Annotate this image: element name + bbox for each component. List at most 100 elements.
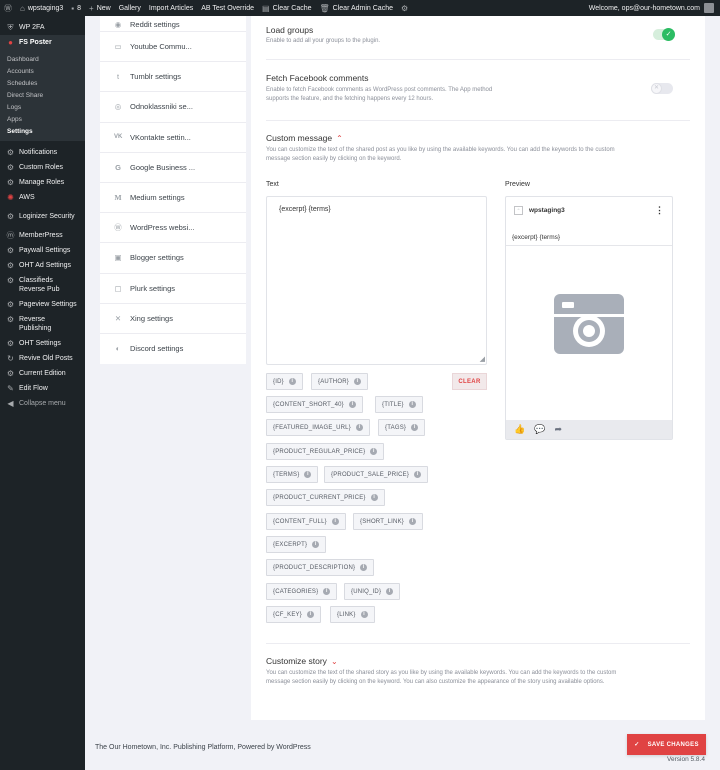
comments-link[interactable]: ▪ 8 [67, 0, 85, 16]
settings-item-blogger[interactable]: ▣ Blogger settings [100, 243, 246, 274]
admin-sidebar: ⛨ WP 2FA ● FS Poster Dashboard Accounts Sc… [0, 16, 85, 770]
info-icon[interactable]: i [411, 424, 419, 431]
custom-message-header[interactable]: Custom message ⌃ [266, 133, 690, 143]
submenu-settings[interactable]: Settings [0, 125, 85, 137]
settings-item-vkontakte[interactable]: VK VKontakte settin... [100, 123, 246, 153]
menu-item-revive-old-posts[interactable]: ↻ Revive Old Posts [0, 351, 85, 366]
menu-item-oht-ad-settings[interactable]: ⚙ OHT Ad Settings [0, 258, 85, 273]
fetch-comments-toggle[interactable]: ✕ [651, 83, 673, 94]
menu-label: OHT Ad Settings [19, 262, 72, 269]
menu-item-paywall-settings[interactable]: ⚙ Paywall Settings [0, 243, 85, 258]
menu-item-oht-settings[interactable]: ⚙ OHT Settings [0, 336, 85, 351]
clear-button[interactable]: CLEAR [452, 373, 487, 390]
keyword-id[interactable]: {ID} i [266, 373, 303, 390]
settings-item-plurk[interactable]: ▢ Plurk settings [100, 274, 246, 304]
info-icon[interactable]: i [353, 378, 361, 385]
menu-item-aws[interactable]: ✺ AWS [0, 190, 85, 205]
keyword-content-short-40[interactable]: {CONTENT_SHORT_40} i [266, 396, 363, 413]
keyword-excerpt[interactable]: {EXCERPT} i [266, 536, 327, 553]
customize-story-header[interactable]: Customize story ⌄ [266, 656, 690, 666]
submenu-logs[interactable]: Logs [0, 101, 85, 113]
keyword-product-sale-price[interactable]: {PRODUCT_SALE_PRICE} i [324, 466, 429, 483]
resize-handle-icon[interactable]: ◢ [480, 355, 485, 363]
settings-item-discord[interactable]: ◐ Discord settings [100, 334, 246, 364]
keyword-terms[interactable]: {TERMS} i [266, 466, 319, 483]
info-icon[interactable]: i [408, 518, 416, 525]
menu-item-classifieds[interactable]: ⚙ Classifieds Reverse Pub [0, 273, 85, 297]
wordpress-logo[interactable]: Ⓦ [0, 0, 16, 16]
medium-icon: M [114, 193, 122, 203]
menu-item-pageview-settings[interactable]: ⚙ Pageview Settings [0, 297, 85, 312]
keyword-uniq-id[interactable]: {UNIQ_ID} i [344, 583, 401, 600]
info-icon[interactable]: i [312, 541, 320, 548]
submenu-accounts[interactable]: Accounts [0, 65, 85, 77]
keyword-tags[interactable]: {TAGS} i [378, 419, 426, 436]
menu-item-edit-flow[interactable]: ✎ Edit Flow [0, 381, 85, 396]
info-icon[interactable]: i [414, 471, 422, 478]
keyword-categories[interactable]: {CATEGORIES} i [266, 583, 338, 600]
info-icon[interactable]: i [408, 401, 416, 408]
info-icon[interactable]: i [370, 448, 378, 455]
keyword-content-full[interactable]: {CONTENT_FULL} i [266, 513, 346, 530]
info-icon[interactable]: i [360, 611, 368, 618]
clear-cache-link[interactable]: ▤ Clear Cache [258, 0, 315, 16]
menu-item-current-edition[interactable]: ⚙ Current Edition [0, 366, 85, 381]
info-icon[interactable]: i [304, 471, 312, 478]
keyword-author[interactable]: {AUTHOR} i [311, 373, 368, 390]
menu-item-memberpress[interactable]: ⓜ MemberPress [0, 228, 85, 243]
settings-item-label: Blogger settings [130, 253, 184, 263]
odnoklassniki-icon: ◎ [114, 102, 122, 112]
info-icon[interactable]: i [306, 611, 314, 618]
info-icon[interactable]: i [386, 588, 394, 595]
info-icon[interactable]: i [370, 494, 378, 501]
trash-icon: 🗑 [319, 3, 330, 13]
info-icon[interactable]: i [348, 401, 356, 408]
submenu-apps[interactable]: Apps [0, 113, 85, 125]
info-icon[interactable]: i [360, 564, 368, 571]
submenu-schedules[interactable]: Schedules [0, 77, 85, 89]
keyword-product-description[interactable]: {PRODUCT_DESCRIPTION} i [266, 559, 375, 576]
load-groups-toggle[interactable]: ✓ [653, 28, 675, 41]
info-icon[interactable]: i [331, 518, 339, 525]
gallery-link[interactable]: Gallery [115, 0, 145, 16]
menu-item-fs-poster[interactable]: ● FS Poster [0, 35, 85, 50]
status-link[interactable]: ⚙ [397, 0, 412, 16]
keyword-short-link[interactable]: {SHORT_LINK} i [353, 513, 423, 530]
submenu-dashboard[interactable]: Dashboard [0, 53, 85, 65]
clear-admin-cache-link[interactable]: 🗑 Clear Admin Cache [316, 0, 397, 16]
menu-item-reverse-publishing[interactable]: ⚙ Reverse Publishing [0, 312, 85, 336]
menu-item-wp-2fa[interactable]: ⛨ WP 2FA [0, 20, 85, 35]
settings-item-reddit[interactable]: ◉ Reddit settings [100, 16, 246, 32]
info-icon[interactable]: i [355, 424, 363, 431]
keyword-product-current-price[interactable]: {PRODUCT_CURRENT_PRICE} i [266, 489, 385, 506]
submenu-direct-share[interactable]: Direct Share [0, 89, 85, 101]
import-articles-link[interactable]: Import Articles [145, 0, 197, 16]
menu-item-loginizer[interactable]: ⚙ Loginizer Security [0, 209, 85, 224]
settings-item-odnoklassniki[interactable]: ◎ Odnoklassniki se... [100, 92, 246, 123]
menu-item-manage-roles[interactable]: ⚙ Manage Roles [0, 175, 85, 190]
settings-item-youtube[interactable]: ▭ Youtube Commu... [100, 32, 246, 63]
new-content-link[interactable]: + New [85, 0, 115, 16]
settings-item-tumblr[interactable]: t Tumblr settings [100, 62, 246, 93]
account-link[interactable]: Welcome, ops@our-hometown.com [589, 3, 720, 13]
ab-test-link[interactable]: AB Test Override [197, 0, 258, 16]
menu-item-custom-roles[interactable]: ⚙ Custom Roles [0, 160, 85, 175]
info-icon[interactable]: i [288, 378, 296, 385]
info-icon[interactable]: i [323, 588, 331, 595]
custom-message-textarea[interactable]: {excerpt} {terms} ◢ [266, 196, 487, 365]
site-name-link[interactable]: ⌂ wpstaging3 [16, 0, 67, 16]
settings-item-medium[interactable]: M Medium settings [100, 183, 246, 214]
collapse-menu-button[interactable]: ◀ Collapse menu [0, 396, 85, 411]
settings-item-wordpress[interactable]: Ⓦ WordPress websi... [100, 213, 246, 244]
keyword-title[interactable]: {TITLE} i [375, 396, 423, 413]
keyword-cf-key[interactable]: {CF_KEY} i [266, 606, 321, 623]
save-changes-button[interactable]: ✓ SAVE CHANGES [627, 734, 706, 755]
keyword-featured-image-url[interactable]: {FEATURED_IMAGE_URL} i [266, 419, 370, 436]
keyword-product-regular-price[interactable]: {PRODUCT_REGULAR_PRICE} i [266, 443, 385, 460]
keyword-link[interactable]: {LINK} i [330, 606, 375, 623]
settings-item-xing[interactable]: ✕ Xing settings [100, 304, 246, 334]
menu-item-notifications[interactable]: ⚙ Notifications [0, 145, 85, 160]
settings-item-google-business[interactable]: G Google Business ... [100, 153, 246, 183]
settings-item-label: Medium settings [130, 193, 185, 203]
gear-icon: ⚙ [6, 178, 15, 187]
